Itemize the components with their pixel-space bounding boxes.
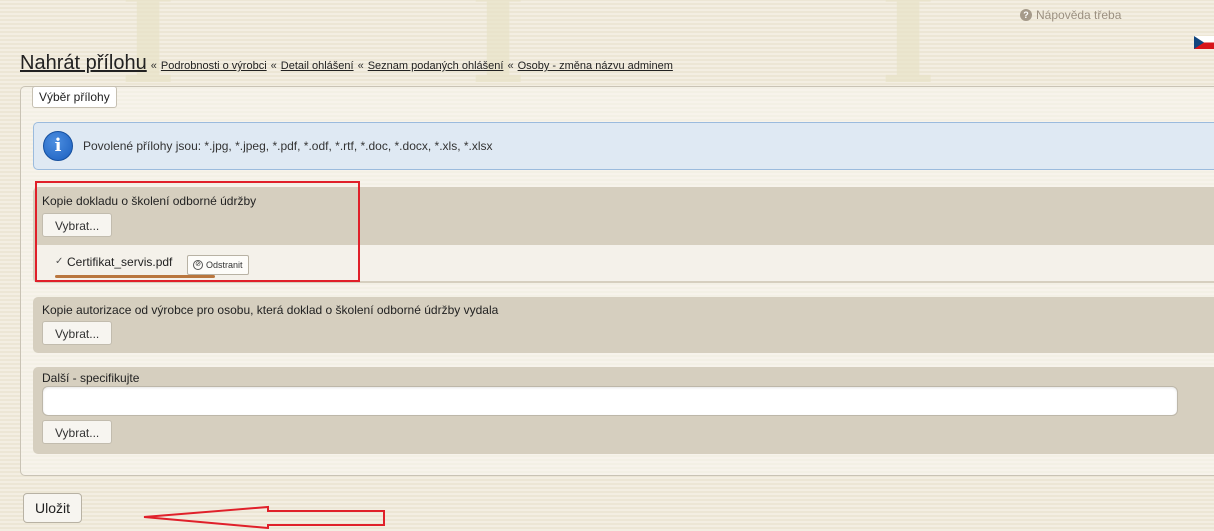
page-header: Nahrát přílohu « Podrobnosti o výrobci «… [20,52,673,75]
help-link[interactable]: ? Nápověda třeba [1020,8,1121,22]
breadcrumb-separator: « [507,60,514,72]
breadcrumb-separator: « [357,60,364,72]
czech-flag-icon[interactable] [1194,36,1214,49]
breadcrumb-separator: « [270,60,277,72]
info-text: Povolené přílohy jsou: *.jpg, *.jpeg, *.… [83,139,493,153]
page-title: Nahrát přílohu [20,52,147,74]
section-label: Kopie autorizace od výrobce pro osobu, k… [42,303,499,317]
breadcrumb-submitted-reports[interactable]: Seznam podaných ohlášení [368,60,504,72]
fieldset-legend: Výběr přílohy [32,86,117,108]
arrow-annotation [143,505,385,529]
breadcrumb-separator: « [150,60,157,72]
save-button[interactable]: Uložit [23,493,83,523]
help-label: Nápověda třeba [1036,8,1122,22]
info-message: i Povolené přílohy jsou: *.jpg, *.jpeg, … [33,122,1214,170]
info-icon: i [43,131,73,161]
select-file-button[interactable]: Vybrat... [42,420,113,444]
section-label: Další - specifikujte [42,371,140,385]
breadcrumb-manufacturer-details[interactable]: Podrobnosti o výrobci [161,60,267,72]
question-icon: ? [1020,9,1032,21]
select-file-button[interactable]: Vybrat... [42,321,113,345]
attachment-section-authorization: Kopie autorizace od výrobce pro osobu, k… [33,297,1214,353]
breadcrumb-persons-rename[interactable]: Osoby - změna názvu adminem [518,60,673,72]
attachment-section-other: Další - specifikujte Vybrat... [33,367,1214,454]
specify-input[interactable] [42,386,1178,416]
highlight-box-annotation [35,181,360,282]
breadcrumb-report-detail[interactable]: Detail ohlášení [281,60,354,72]
